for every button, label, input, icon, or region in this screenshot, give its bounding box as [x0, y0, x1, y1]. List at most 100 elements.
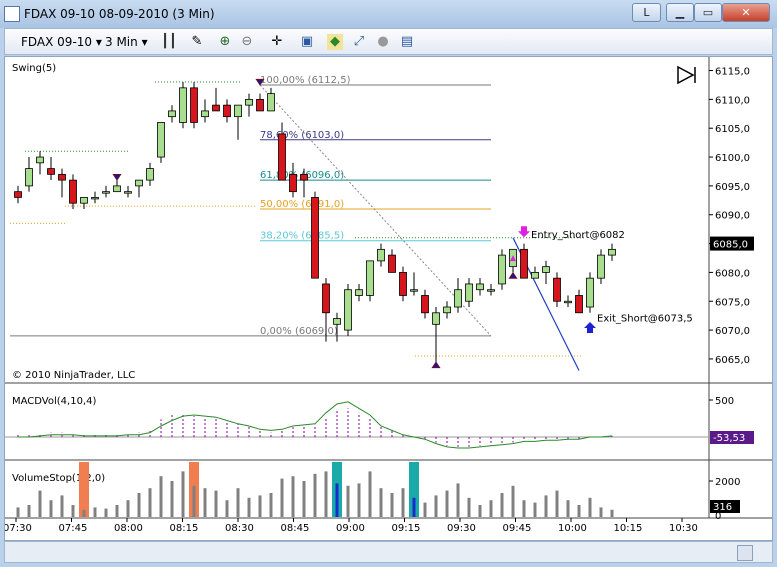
time-tick-label: 08:00 [114, 523, 143, 534]
volume-bar [60, 495, 64, 517]
zoom-in-icon[interactable]: ⊕ [217, 34, 233, 50]
volume-bar [357, 483, 361, 517]
volume-bar [577, 505, 581, 517]
volume-bar [423, 502, 427, 517]
candle-body [289, 173, 297, 193]
price-tick-label: 6075,0 [715, 297, 750, 308]
volume-bar [82, 509, 86, 517]
swing-low-marker [431, 361, 441, 369]
volume-current-label: 316 [713, 502, 732, 513]
volume-bar [434, 495, 438, 517]
candle-body [498, 254, 506, 285]
scrollbar-thumb[interactable] [737, 545, 753, 561]
data-box-icon[interactable]: ▣ [299, 34, 315, 50]
volume-bar [247, 497, 251, 517]
volume-tick-label: 2000 [715, 477, 740, 488]
candle-body [542, 266, 550, 273]
price-tick-label: 6090,0 [715, 211, 750, 222]
candle-body [212, 104, 220, 112]
volume-bar [269, 493, 273, 517]
zoom-out-icon[interactable]: ⊖ [239, 34, 255, 50]
time-tick-label: 09:00 [336, 523, 365, 534]
volume-bar [71, 505, 75, 517]
volume-bar [401, 488, 405, 517]
volume-bar [302, 481, 306, 517]
candle-body [366, 260, 374, 296]
price-tick-label: 6065,0 [715, 355, 750, 366]
properties-icon[interactable]: ● [375, 34, 391, 50]
candle-body [322, 283, 330, 314]
app-icon [4, 6, 20, 22]
volume-bar [599, 507, 603, 517]
volume-bar [478, 505, 482, 517]
exit-arrow [584, 321, 596, 333]
candle-body [256, 98, 264, 112]
interval-label: 3 Min [105, 35, 138, 49]
maximize-button[interactable]: ▭ [694, 3, 722, 22]
candle-body [443, 306, 451, 314]
chart-area[interactable]: 100,00% (6112,5)78,60% (6103,0)61,80% (6… [3, 56, 773, 541]
candle-body [476, 283, 484, 291]
candle-body [564, 300, 572, 304]
instrument-selector[interactable]: FDAX 09-10 ▾ [21, 34, 102, 50]
volume-bar [104, 508, 108, 517]
volume-bar [214, 490, 218, 517]
volume-bar [137, 493, 141, 517]
candle-body [300, 173, 308, 181]
candle-body [201, 110, 209, 118]
entry-arrow [518, 226, 530, 238]
candle-body [25, 168, 33, 187]
pencil-icon[interactable]: ✎ [189, 34, 205, 50]
volume-bar [445, 490, 449, 517]
chart-trader-icon[interactable]: ⤢ [351, 34, 367, 50]
volume-bar [533, 502, 537, 517]
swing-indicator-label: Swing(5) [12, 63, 56, 74]
candle-body [586, 277, 594, 308]
candle-body [410, 289, 418, 292]
candle-body [113, 185, 121, 193]
candle-body [47, 168, 55, 175]
volume-bar [115, 505, 119, 517]
candle-body [278, 133, 286, 181]
volume-bar [93, 507, 97, 517]
play-icon [677, 65, 696, 85]
grid-icon[interactable]: ▤ [399, 34, 415, 50]
volume-bar [159, 476, 163, 517]
candle-body [377, 248, 385, 262]
volume-bar [280, 478, 284, 517]
volume-bar [379, 488, 383, 517]
price-tick-label: 6105,0 [715, 124, 750, 135]
crosshair-icon[interactable]: ✛ [269, 34, 285, 50]
candle-body [267, 93, 275, 112]
candle-body [531, 272, 539, 279]
window-title: FDAX 09-10 08-09-2010 (3 Min) [24, 7, 215, 21]
candle-body [608, 248, 616, 256]
interval-selector[interactable]: 3 Min ▾ [105, 34, 148, 50]
window-titlebar: FDAX 09-10 08-09-2010 (3 Min) L ▁ ▭ ✕ [0, 0, 777, 28]
candle-body [135, 179, 143, 187]
fib-level-label: 38,20% (6085,5) [260, 231, 344, 242]
candle-body [597, 254, 605, 279]
candle-body [190, 87, 198, 123]
candle-body [14, 191, 22, 198]
volume-bar [148, 488, 152, 517]
price-tick-label: 6095,0 [715, 182, 750, 193]
exit-label: Exit_Short@6073,5 [597, 314, 693, 325]
horizontal-scrollbar[interactable] [4, 541, 773, 563]
candle-body [80, 197, 88, 204]
candle-body [575, 295, 583, 314]
price-tick-label: 6110,0 [715, 95, 750, 106]
candle-body [124, 191, 132, 194]
bar-type-icon[interactable]: ┃┃ [161, 34, 177, 50]
volume-bar [324, 471, 328, 517]
candle-body [465, 283, 473, 302]
volume-bar [49, 500, 53, 517]
close-button[interactable]: ✕ [722, 3, 770, 22]
lock-button[interactable]: L [632, 3, 661, 22]
strategy-icon[interactable]: ◆ [327, 34, 343, 50]
volume-bar [38, 490, 42, 517]
volume-bar [489, 500, 493, 517]
minimize-button[interactable]: ▁ [666, 3, 694, 22]
volume-bar [170, 481, 174, 517]
volume-bar [390, 493, 394, 517]
